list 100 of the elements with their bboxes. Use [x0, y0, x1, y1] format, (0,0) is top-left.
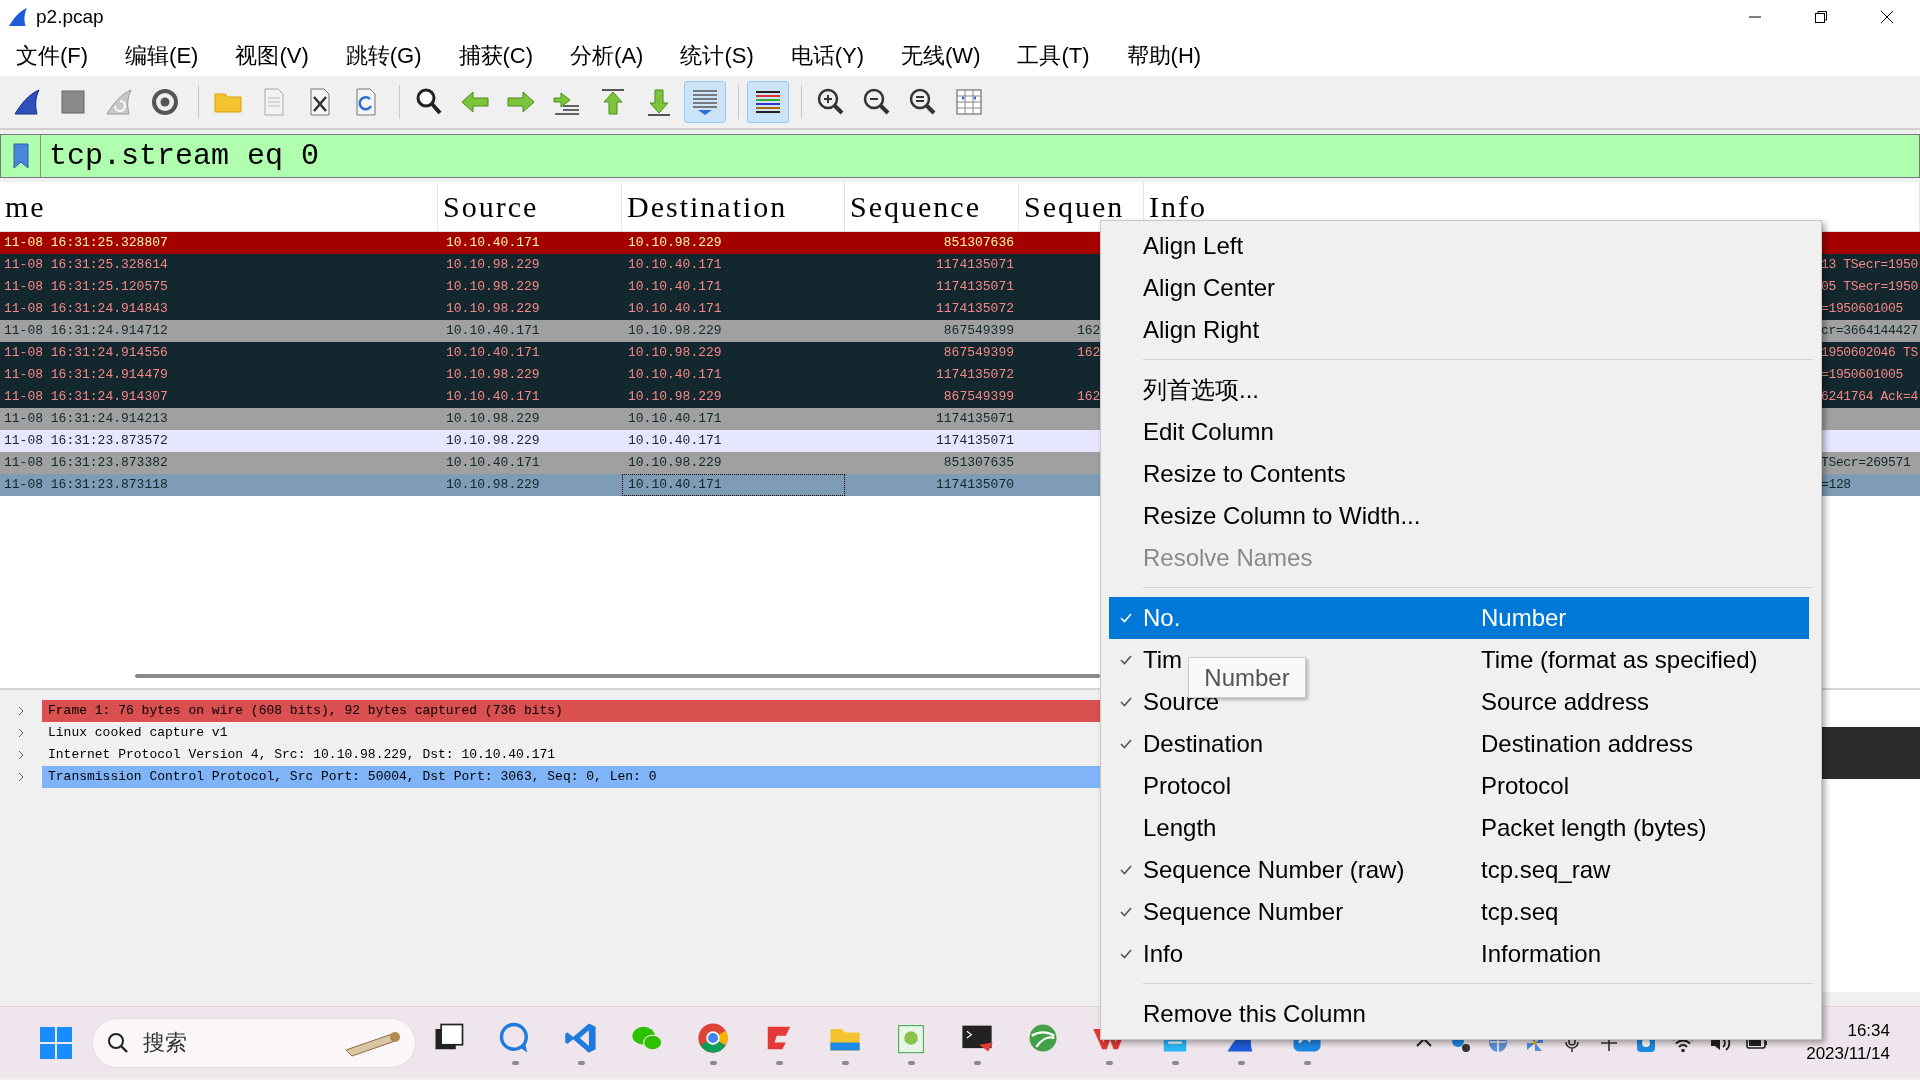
table-cell: 10.10.40.171 [628, 411, 722, 426]
start-icon[interactable] [38, 1024, 74, 1061]
chevron-right-icon[interactable] [16, 706, 26, 716]
resize-columns-icon [953, 86, 985, 118]
table-cell: =128 [1821, 477, 1851, 492]
table-cell: 11-08 16:31:25.328614 [4, 257, 168, 272]
column-header[interactable]: Destination [622, 182, 845, 231]
table-cell: 1174135071 [936, 411, 1014, 426]
close-icon [1880, 10, 1894, 24]
table-cell: 10.10.40.171 [446, 235, 540, 250]
table-cell: 1174135070 [936, 477, 1014, 492]
table-cell: 851307635 [943, 455, 1014, 470]
table-cell: 11-08 16:31:25.328807 [4, 235, 168, 250]
table-cell: 10.10.40.171 [628, 279, 722, 294]
menu-item[interactable]: 编辑(E) [125, 38, 199, 72]
column-description: Destination address [1481, 729, 1694, 759]
horizontal-scrollbar[interactable] [135, 674, 1100, 678]
table-cell: 10.10.98.229 [628, 389, 722, 404]
menu-item-label[interactable]: Sequence Number (raw) [1143, 852, 1405, 888]
browser-icon[interactable] [695, 1020, 731, 1056]
column-description: Time (format as specified) [1481, 645, 1758, 675]
table-cell: 10.10.40.171 [628, 433, 722, 448]
table-cell: 10.10.40.171 [446, 345, 540, 360]
table-cell: 11-08 16:31:24.914307 [4, 389, 168, 404]
menu-item[interactable]: 统计(S) [680, 38, 754, 72]
table-cell: 10.10.40.171 [628, 301, 722, 316]
table-cell: 10.10.98.229 [446, 301, 540, 316]
table-cell: 10.10.98.229 [628, 345, 722, 360]
table-cell: 162 [1077, 323, 1101, 338]
table-cell: 867549399 [943, 389, 1014, 404]
menu-item[interactable]: 分析(A) [570, 38, 644, 72]
menu-item[interactable]: 帮助(H) [1126, 38, 1202, 72]
restore-icon [1814, 10, 1828, 24]
column-description: Number [1481, 603, 1567, 633]
table-cell: 1174135071 [936, 257, 1014, 272]
auto-scroll-button[interactable] [684, 81, 726, 123]
column-header[interactable]: Sequence [845, 182, 1019, 231]
table-cell: 162 [1077, 389, 1101, 404]
column-description: tcp.seq [1481, 897, 1559, 927]
table-cell: 10.10.98.229 [446, 477, 540, 492]
table-cell: =1950601005 [1821, 301, 1903, 316]
menu-item[interactable]: 文件(F) [16, 38, 89, 72]
table-cell: 1950602046 TS [1821, 345, 1918, 360]
search-field[interactable]: 搜索 [92, 1017, 416, 1068]
menu-item[interactable]: No. Number [1109, 597, 1809, 639]
shark-fin-icon [6, 5, 30, 29]
menu-item[interactable]: 电话(Y) [790, 38, 865, 72]
table-cell: 6241764 Ack=4 [1821, 389, 1918, 404]
menu-item[interactable]: 工具(T) [1017, 38, 1090, 72]
table-cell: 11-08 16:31:24.914712 [4, 323, 168, 338]
table-cell: 162 [1077, 345, 1101, 360]
chevron-right-icon[interactable] [16, 750, 26, 760]
table-cell: 13 TSecr=1950 [1821, 257, 1918, 272]
column-header[interactable]: Source [438, 182, 622, 231]
table-cell: 11-08 16:31:24.914479 [4, 367, 168, 382]
table-cell: 10.10.40.171 [446, 389, 540, 404]
menu-item-label[interactable]: Length [1143, 810, 1217, 846]
table-cell: 10.10.98.229 [446, 411, 540, 426]
menu-item[interactable]: Resize Column to Width... [1101, 495, 1821, 537]
table-cell: TSecr=269571 [1821, 455, 1911, 470]
menu-item-label[interactable]: Sequence Number [1143, 894, 1344, 930]
column-description: tcp.seq_raw [1481, 855, 1611, 885]
table-cell: 10.10.40.171 [628, 257, 722, 272]
menu-item-label[interactable]: Destination [1143, 726, 1264, 762]
table-cell: 10.10.98.229 [628, 235, 722, 250]
table-cell: 11-08 16:31:24.914213 [4, 411, 168, 426]
shark-fin-icon [11, 86, 43, 118]
table-cell: 10.10.98.229 [446, 367, 540, 382]
restart-icon [103, 86, 135, 118]
menu-item[interactable]: 捕获(C) [458, 38, 534, 72]
menu-item[interactable]: 无线(W) [901, 38, 981, 72]
chevron-right-icon[interactable] [16, 772, 26, 782]
table-cell: 10.10.98.229 [446, 257, 540, 272]
table-cell: 10.10.40.171 [628, 367, 722, 382]
table-cell: 1174135072 [936, 301, 1014, 316]
colored-lines-button[interactable] [747, 81, 789, 123]
menu-item-label[interactable]: Tim [1143, 642, 1183, 678]
menu-item[interactable]: Remove this Column [1101, 993, 1821, 1035]
table-cell: 1174135071 [936, 279, 1014, 294]
table-cell: 10.10.40.171 [446, 323, 540, 338]
table-cell: 867549399 [943, 345, 1014, 360]
table-cell: 867549399 [943, 323, 1014, 338]
table-cell: =1950601005 [1821, 367, 1903, 382]
chevron-right-icon[interactable] [16, 728, 26, 738]
table-cell: cr=3664144427 [1821, 323, 1918, 338]
column-header[interactable]: me [0, 182, 438, 231]
menu-item[interactable]: 视图(V) [235, 38, 309, 72]
table-cell: 11-08 16:31:25.120575 [4, 279, 168, 294]
menu-item-label[interactable]: Info [1143, 936, 1184, 972]
table-cell: 851307636 [943, 235, 1014, 250]
column-description: Packet length (bytes) [1481, 813, 1707, 843]
table-cell: 11-08 16:31:23.873382 [4, 455, 168, 470]
window-title: p2.pcap [36, 4, 104, 29]
menu-item-label: No. [1143, 603, 1181, 633]
settings-icon [149, 86, 181, 118]
menu-item[interactable]: 跳转(G) [345, 38, 422, 72]
column-description: Information [1481, 939, 1602, 969]
tooltip: Number [1188, 657, 1306, 698]
table-cell: 11-08 16:31:24.914556 [4, 345, 168, 360]
clock-date[interactable]: 2023/11/14 [1806, 1042, 1890, 1065]
